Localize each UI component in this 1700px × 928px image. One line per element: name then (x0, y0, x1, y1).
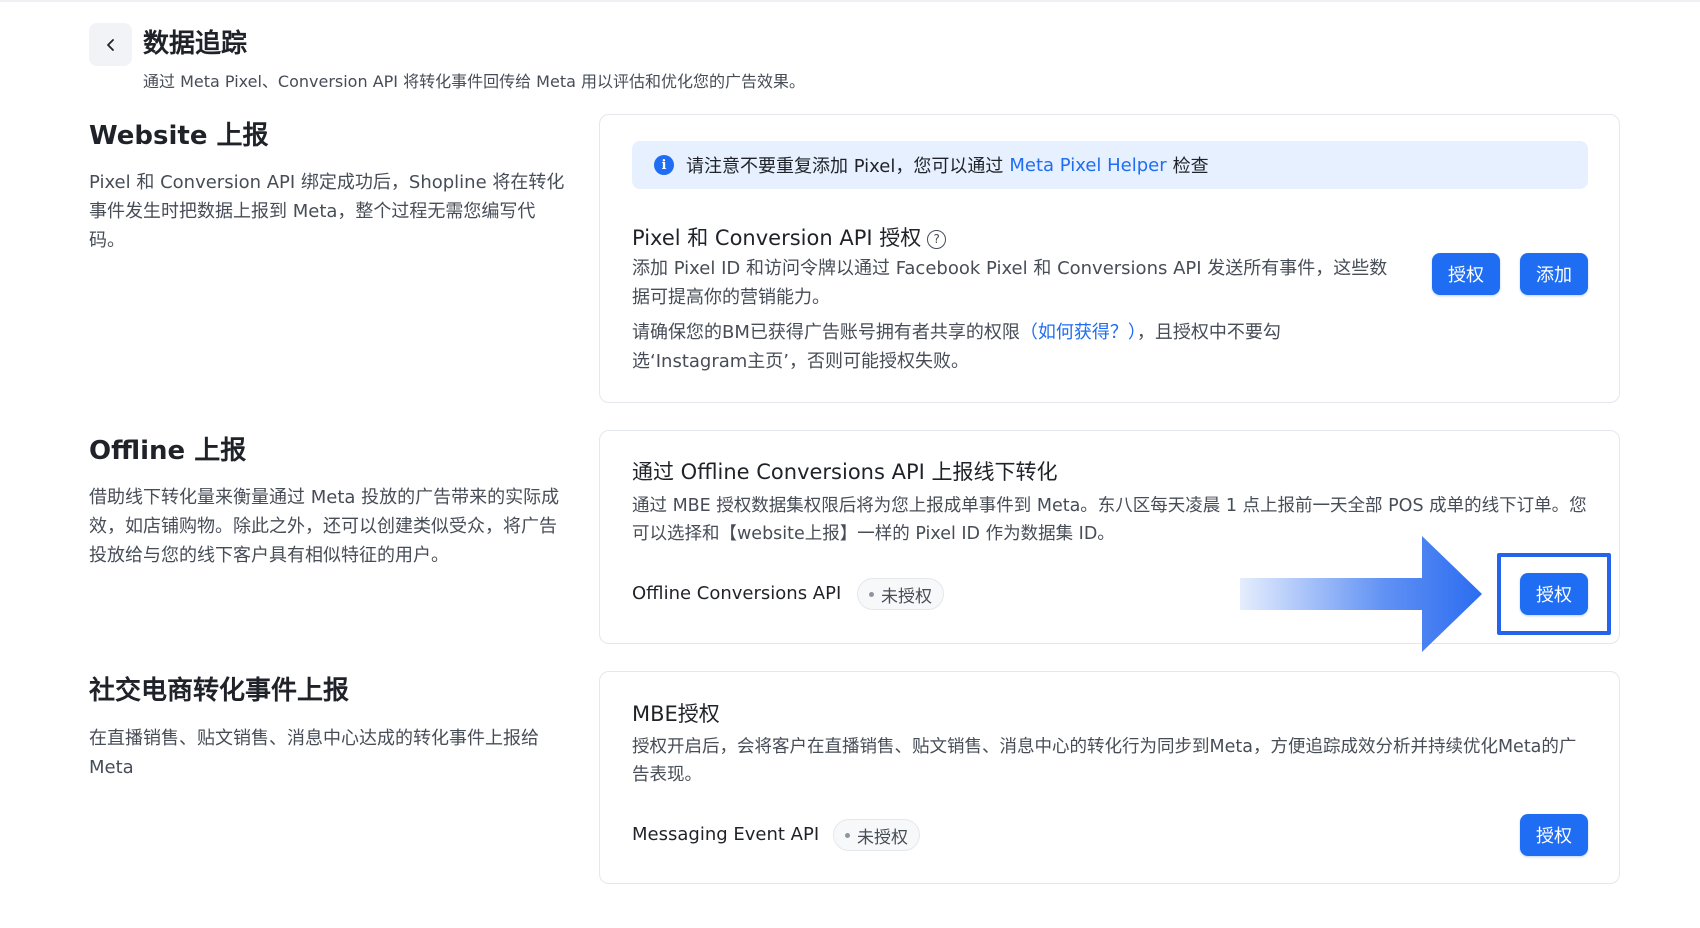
question-circle-icon[interactable]: ? (927, 229, 947, 249)
pixel-card-title-text: Pixel 和 Conversion API 授权 (632, 226, 922, 250)
mbe-status-badge: 未授权 (833, 819, 920, 851)
warning-prefix: 请确保您的BM已获得广告账号拥有者共享的权限 (632, 322, 1020, 343)
notice-text: 请注意不要重复添加 Pixel，您可以通过 (686, 156, 1004, 177)
mbe-card-description: 授权开启后，会将客户在直播销售、贴文销售、消息中心的转化行为同步到Meta，方便… (632, 737, 1577, 785)
social-section-description: 在直播销售、贴文销售、消息中心达成的转化事件上报给 Meta (89, 728, 539, 778)
back-button[interactable] (89, 23, 132, 66)
mbe-api-name: Messaging Event API (632, 824, 820, 845)
pixel-notice-banner: i 请注意不要重复添加 Pixel，您可以通过 Meta Pixel Helpe… (632, 141, 1588, 189)
mbe-authorize-button[interactable]: 授权 (1520, 814, 1588, 856)
mbe-card: MBE授权 授权开启后，会将客户在直播销售、贴文销售、消息中心的转化行为同步到M… (599, 671, 1620, 884)
page-title: 数据追踪 (143, 29, 248, 59)
pixel-card-description: 添加 Pixel ID 和访问令牌以通过 Facebook Pixel 和 Co… (632, 258, 1388, 308)
offline-api-name: Offline Conversions API (632, 583, 842, 604)
how-to-get-link[interactable]: （如何获得？） (1020, 322, 1137, 343)
offline-section-title: Offline 上报 (89, 436, 247, 466)
pixel-card-warning: 请确保您的BM已获得广告账号拥有者共享的权限（如何获得？），且授权中不要勾选‘I… (632, 318, 1312, 376)
pixel-add-button[interactable]: 添加 (1520, 253, 1588, 295)
mbe-status-text: 未授权 (857, 827, 908, 848)
offline-status-text: 未授权 (881, 586, 932, 607)
status-dot (845, 832, 850, 838)
mbe-card-title: MBE授权 (632, 702, 720, 726)
pixel-authorize-button[interactable]: 授权 (1432, 253, 1500, 295)
arrow-right-icon (1240, 536, 1482, 652)
offline-card-title: 通过 Offline Conversions API 上报线下转化 (632, 460, 1058, 484)
status-dot (869, 591, 874, 597)
page-subtitle: 通过 Meta Pixel、Conversion API 将转化事件回传给 Me… (143, 72, 805, 91)
notice-suffix: 检查 (1172, 156, 1209, 177)
highlight-box (1497, 553, 1611, 635)
info-icon: i (654, 155, 674, 175)
meta-pixel-helper-link[interactable]: Meta Pixel Helper (1009, 155, 1166, 176)
social-section-title: 社交电商转化事件上报 (89, 676, 350, 706)
website-card: i 请注意不要重复添加 Pixel，您可以通过 Meta Pixel Helpe… (599, 114, 1620, 403)
website-section-title: Website 上报 (89, 121, 269, 151)
website-section-description: Pixel 和 Conversion API 绑定成功后，Shopline 将在… (89, 172, 565, 251)
offline-status-badge: 未授权 (857, 578, 944, 610)
chevron-left-icon (106, 38, 114, 51)
top-divider (0, 0, 1700, 2)
offline-section-description: 借助线下转化量来衡量通过 Meta 投放的广告带来的实际成效，如店铺购物。除此之… (89, 487, 560, 566)
pixel-card-title: Pixel 和 Conversion API 授权? (632, 223, 947, 253)
